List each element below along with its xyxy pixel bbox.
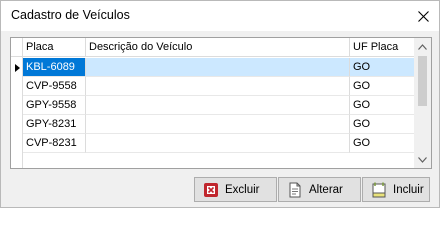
cell-placa[interactable]: GPY-9558	[23, 96, 86, 115]
document-edit-icon	[287, 182, 303, 198]
dialog-window: Cadastro de Veículos Placa Descrição do …	[0, 0, 440, 208]
table-row[interactable]: KBL-6089 GO	[11, 58, 415, 77]
excluir-button[interactable]: Excluir	[194, 177, 277, 202]
scroll-up-button[interactable]	[414, 38, 431, 55]
scroll-thumb[interactable]	[418, 56, 427, 106]
table-row[interactable]: CVP-8231 GO	[11, 134, 415, 153]
cell-placa[interactable]: CVP-8231	[23, 134, 86, 153]
cell-uf[interactable]: GO	[350, 96, 415, 115]
cell-descricao[interactable]	[86, 115, 350, 134]
incluir-button-label: Incluir	[393, 183, 424, 196]
cell-placa[interactable]: CVP-9558	[23, 77, 86, 96]
column-header-descricao[interactable]: Descrição do Veículo	[86, 38, 350, 57]
incluir-button[interactable]: Incluir	[362, 177, 430, 202]
vertical-scrollbar[interactable]	[414, 38, 431, 168]
table-row[interactable]: GPY-8231 GO	[11, 115, 415, 134]
scroll-down-button[interactable]	[414, 151, 431, 168]
column-header-uf[interactable]: UF Placa	[350, 38, 415, 57]
close-icon	[417, 10, 429, 22]
cell-uf[interactable]: GO	[350, 58, 415, 77]
cell-uf[interactable]: GO	[350, 134, 415, 153]
close-button[interactable]	[411, 5, 435, 27]
cell-descricao[interactable]	[86, 77, 350, 96]
alterar-button-label: Alterar	[309, 183, 343, 196]
title-bar: Cadastro de Veículos	[1, 1, 439, 31]
excluir-button-label: Excluir	[225, 183, 260, 196]
row-indicator	[11, 58, 23, 77]
alterar-button[interactable]: Alterar	[278, 177, 361, 202]
cell-uf[interactable]: GO	[350, 77, 415, 96]
row-pointer-icon	[14, 63, 20, 72]
row-indicator	[11, 77, 23, 96]
column-header-placa[interactable]: Placa	[23, 38, 86, 57]
row-indicator	[11, 115, 23, 134]
chevron-down-icon	[418, 156, 427, 163]
row-indicator	[11, 96, 23, 115]
cell-placa[interactable]: GPY-8231	[23, 115, 86, 134]
window-title: Cadastro de Veículos	[11, 8, 130, 22]
row-indicator	[11, 134, 23, 153]
table-row[interactable]: GPY-9558 GO	[11, 96, 415, 115]
cell-descricao[interactable]	[86, 134, 350, 153]
document-add-icon	[371, 182, 387, 198]
chevron-up-icon	[418, 43, 427, 50]
grid-header: Placa Descrição do Veículo UF Placa	[11, 38, 415, 57]
cell-descricao[interactable]	[86, 96, 350, 115]
delete-icon	[203, 182, 219, 198]
table-row[interactable]: CVP-9558 GO	[11, 77, 415, 96]
cell-uf[interactable]: GO	[350, 115, 415, 134]
vehicles-grid[interactable]: Placa Descrição do Veículo UF Placa KBL-…	[10, 37, 432, 169]
cell-placa[interactable]: KBL-6089	[23, 58, 86, 77]
cell-descricao[interactable]	[86, 58, 350, 77]
